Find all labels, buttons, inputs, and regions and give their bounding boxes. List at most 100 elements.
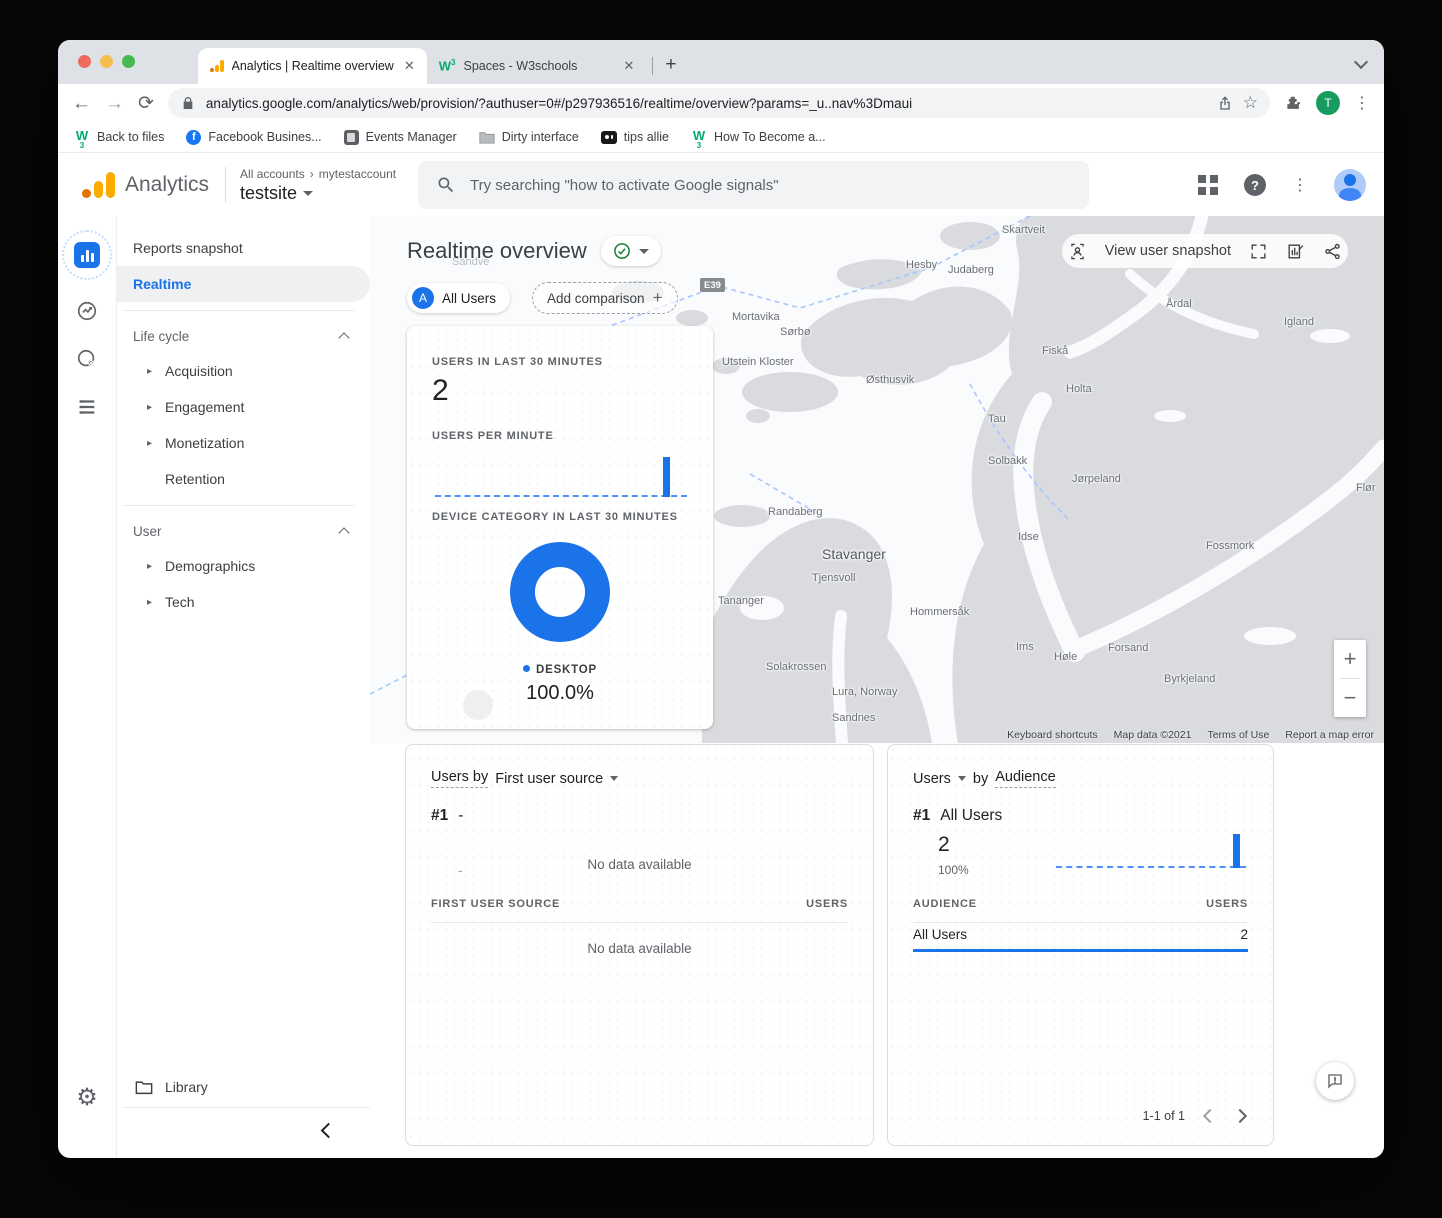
tab-analytics[interactable]: Analytics | Realtime overview ✕ xyxy=(198,48,427,84)
device-donut-chart[interactable] xyxy=(510,542,610,642)
close-window-button[interactable] xyxy=(78,55,91,68)
tab-close-icon[interactable]: ✕ xyxy=(621,58,636,74)
bookmark-facebook-business[interactable]: f Facebook Busines... xyxy=(186,130,321,145)
view-user-snapshot-button[interactable]: View user snapshot xyxy=(1105,243,1231,259)
diagnostics-grid-icon[interactable] xyxy=(1198,175,1218,195)
rail-explore-icon[interactable] xyxy=(76,300,98,322)
bookmark-how-to-become[interactable]: W3 How To Become a... xyxy=(691,129,826,145)
sidebar-item-tech[interactable]: ▸ Tech xyxy=(117,584,370,620)
add-comparison-button[interactable]: Add comparison + xyxy=(532,282,678,314)
tab-strip: Analytics | Realtime overview ✕ W3 Space… xyxy=(58,40,1384,84)
terms-of-use-link[interactable]: Terms of Use xyxy=(1207,729,1269,741)
sparkline-bar xyxy=(1233,834,1240,868)
map-place-label: Tananger xyxy=(718,595,764,607)
bookmark-tips-allie[interactable]: tips allie xyxy=(601,130,669,144)
header-kebab-icon[interactable]: ⋮ xyxy=(1292,175,1308,195)
map-place-label: Solbakk xyxy=(988,455,1027,467)
fullscreen-icon[interactable] xyxy=(1249,242,1268,261)
bookmark-events-manager[interactable]: Events Manager xyxy=(344,130,457,145)
sidebar-item-acquisition[interactable]: ▸ Acquisition xyxy=(117,353,370,389)
tab-close-icon[interactable]: ✕ xyxy=(402,58,417,74)
browser-profile-avatar[interactable]: T xyxy=(1316,91,1340,115)
sidebar-item-reports-snapshot[interactable]: Reports snapshot xyxy=(117,230,370,266)
map-place-label: Sørbø xyxy=(780,326,811,338)
audience-table-row[interactable]: All Users 2 xyxy=(913,927,1248,942)
data-status-pill[interactable] xyxy=(601,236,661,266)
search-bar[interactable]: Try searching "how to activate Google si… xyxy=(418,161,1089,209)
metric-selector[interactable]: Users by xyxy=(431,769,488,788)
expand-triangle-icon: ▸ xyxy=(147,402,155,413)
report-map-error-link[interactable]: Report a map error xyxy=(1285,729,1374,741)
admin-gear-icon[interactable]: ⚙ xyxy=(58,1083,116,1112)
map-zoom-in-button[interactable]: + xyxy=(1334,640,1366,678)
rail-reports-icon[interactable] xyxy=(62,230,112,280)
zoom-window-button[interactable] xyxy=(122,55,135,68)
sidebar-section-user[interactable]: User xyxy=(117,514,370,548)
share-icon[interactable] xyxy=(1323,242,1342,261)
device-category-label: DEVICE CATEGORY IN LAST 30 MINUTES xyxy=(432,511,678,523)
pagination: 1-1 of 1 xyxy=(1143,1109,1245,1123)
account-breadcrumb[interactable]: All accounts › mytestaccount testsite xyxy=(240,167,396,204)
bookmark-star-icon[interactable]: ☆ xyxy=(1243,93,1258,113)
metric-selector[interactable]: Users xyxy=(913,771,951,787)
map-place-label: Idse xyxy=(1018,531,1039,543)
users-per-minute-sparkline[interactable] xyxy=(435,454,687,500)
property-name[interactable]: testsite xyxy=(240,183,297,204)
new-tab-button[interactable]: + xyxy=(665,54,676,76)
previous-page-icon[interactable] xyxy=(1203,1109,1217,1123)
sidebar-section-life-cycle[interactable]: Life cycle xyxy=(117,319,370,353)
map-zoom-out-button[interactable]: − xyxy=(1334,679,1366,717)
comparison-chips-row: A All Users Add comparison + xyxy=(407,282,678,314)
rail-configure-icon[interactable] xyxy=(76,396,98,418)
collapse-chevron-icon xyxy=(338,332,349,343)
browser-menu-kebab-icon[interactable]: ⋮ xyxy=(1354,93,1370,113)
sidebar-item-library[interactable]: Library xyxy=(117,1067,370,1107)
forward-button[interactable]: → xyxy=(105,94,124,113)
minimize-window-button[interactable] xyxy=(100,55,113,68)
legend-dot-icon xyxy=(523,665,530,672)
tab-search-chevron-icon[interactable] xyxy=(1356,54,1366,64)
source-empty-table: No data available xyxy=(406,941,873,956)
dimension-selector[interactable]: Audience xyxy=(995,769,1055,788)
back-button[interactable]: ← xyxy=(72,94,91,113)
source-card-title: Users by First user source xyxy=(431,769,618,788)
sidebar-item-retention[interactable]: Retention xyxy=(117,461,370,497)
map-place-label: Årdal xyxy=(1166,298,1192,310)
caret-down-icon[interactable] xyxy=(958,776,966,781)
next-page-icon[interactable] xyxy=(1233,1109,1247,1123)
search-placeholder: Try searching "how to activate Google si… xyxy=(470,177,779,194)
map-place-label: Tau xyxy=(988,413,1006,425)
url-bar[interactable]: analytics.google.com/analytics/web/provi… xyxy=(168,88,1270,118)
sidebar-item-monetization[interactable]: ▸ Monetization xyxy=(117,425,370,461)
caret-down-icon[interactable] xyxy=(610,776,618,781)
browser-window: Analytics | Realtime overview ✕ W3 Space… xyxy=(58,40,1384,1158)
tab-w3schools[interactable]: W3 Spaces - W3schools ✕ xyxy=(427,48,647,84)
reload-button[interactable]: ⟳ xyxy=(138,94,154,113)
audience-sparkline[interactable] xyxy=(1056,829,1246,871)
expand-triangle-icon: ▸ xyxy=(147,561,155,572)
sidebar-item-demographics[interactable]: ▸ Demographics xyxy=(117,548,370,584)
help-icon[interactable]: ? xyxy=(1244,174,1266,196)
sparkline-bar xyxy=(663,457,670,497)
user-snapshot-icon xyxy=(1068,242,1087,261)
sidebar-item-realtime[interactable]: Realtime xyxy=(117,266,370,302)
keyboard-shortcuts-link[interactable]: Keyboard shortcuts xyxy=(1007,729,1097,741)
window-controls[interactable] xyxy=(78,55,135,68)
map-attribution: Keyboard shortcuts Map data ©2021 Terms … xyxy=(1007,729,1374,741)
rail-advertising-icon[interactable] xyxy=(76,348,98,370)
bookmark-dirty-interface[interactable]: Dirty interface xyxy=(479,129,579,145)
share-page-icon[interactable] xyxy=(1217,95,1233,111)
insights-chart-icon[interactable] xyxy=(1286,242,1305,261)
folder-icon xyxy=(479,129,495,145)
sidebar-item-engagement[interactable]: ▸ Engagement xyxy=(117,389,370,425)
google-account-avatar[interactable] xyxy=(1334,169,1366,201)
map-place-label: Judaberg xyxy=(948,264,994,276)
tab-title: Analytics | Realtime overview xyxy=(232,59,394,73)
device-legend: DESKTOP xyxy=(407,664,713,676)
bookmark-back-to-files[interactable]: W3 Back to files xyxy=(74,129,164,145)
sidebar-collapse-button[interactable] xyxy=(123,1107,370,1152)
feedback-button[interactable] xyxy=(1316,1062,1354,1100)
url-text[interactable]: analytics.google.com/analytics/web/provi… xyxy=(206,96,1207,111)
all-users-chip[interactable]: A All Users xyxy=(407,283,510,313)
extensions-puzzle-icon[interactable] xyxy=(1284,94,1302,112)
